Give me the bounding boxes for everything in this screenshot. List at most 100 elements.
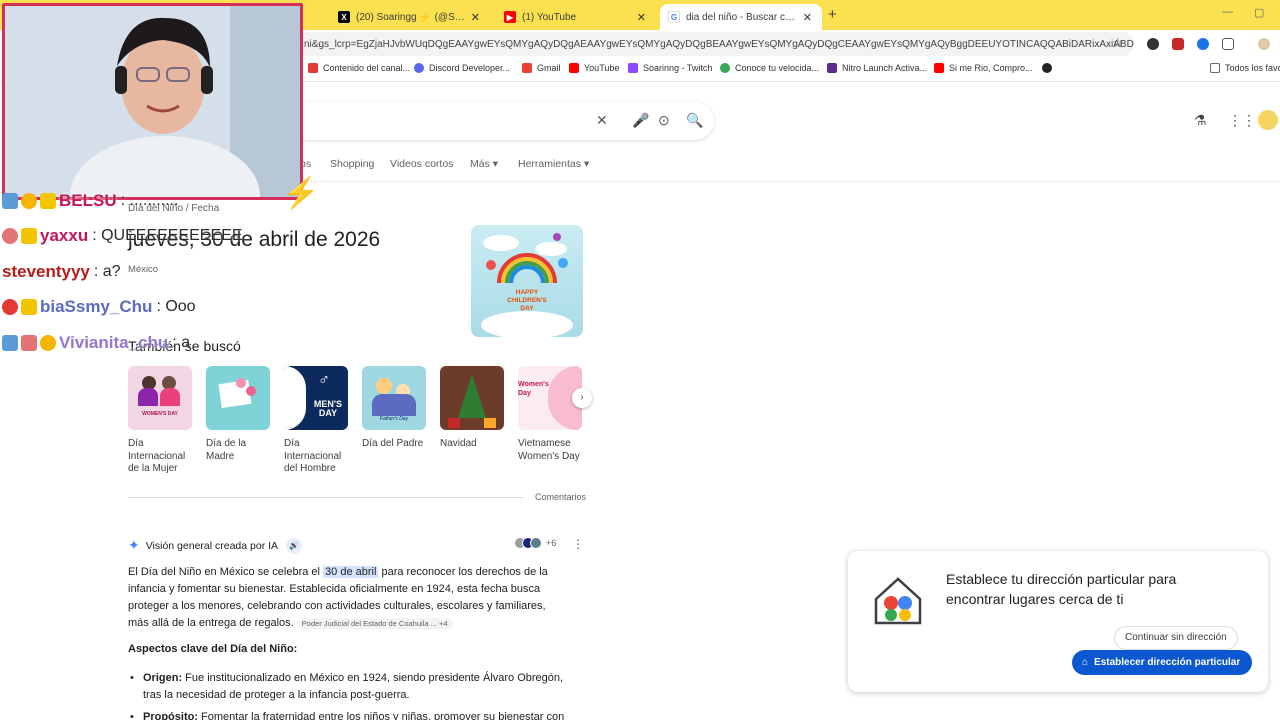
bookmark-item[interactable]: Contenido del canal... <box>308 63 410 73</box>
tab-more[interactable]: Más ▾ <box>470 158 498 170</box>
related-thumbnail: ♂ MEN'S DAY <box>284 366 348 430</box>
bookmark-item[interactable]: Nitro Launch Activa... <box>827 63 927 73</box>
chat-text: : Ooo <box>156 298 196 315</box>
ai-overview-title: Visión general creada por IA <box>145 539 279 552</box>
bookmark-item[interactable]: Gmail <box>522 63 561 73</box>
related-search-item[interactable]: Father's Day Día del Padre <box>362 366 428 451</box>
microphone-icon[interactable]: 🎤 <box>632 112 649 129</box>
chat-badge-icon <box>40 335 56 351</box>
extension-icon[interactable] <box>1197 38 1209 50</box>
related-label: Día del Padre <box>362 438 424 449</box>
ai-bullet: Origen: Fue institucionalizado en México… <box>128 670 578 704</box>
apps-grid-icon[interactable]: ⋮⋮ <box>1228 112 1256 129</box>
thumbnail-caption: Women's Day <box>518 381 549 397</box>
related-search-item[interactable]: Navidad <box>440 366 506 451</box>
youtube-icon <box>569 63 579 73</box>
ai-overview-header: ✦ Visión general creada por IA 🔊 <box>128 537 303 554</box>
chat-badge-icon <box>21 335 37 351</box>
related-search-item[interactable]: Women's Day Vietnamese Women's Day <box>518 366 584 463</box>
twitch-icon <box>628 63 638 73</box>
x-icon: X <box>338 11 350 23</box>
ai-sources[interactable]: +6 <box>514 537 556 549</box>
tab-x[interactable]: X (20) Soaringg ⚡ (@Soaringch ✕ <box>330 4 490 30</box>
crown-icon <box>21 228 37 244</box>
close-tab-icon[interactable]: ✕ <box>471 11 480 24</box>
google-icon: G <box>668 11 680 23</box>
chat-username: yaxxu <box>40 226 89 245</box>
close-tab-icon[interactable]: ✕ <box>803 11 812 24</box>
divider <box>128 497 524 498</box>
male-symbol-icon: ♂ <box>318 372 330 389</box>
address-bar[interactable]: ni&gs_lcrp=EgZjaHJvbWUqDQgEAAYgwEYsQMYgA… <box>296 32 1134 56</box>
url-text: ni&gs_lcrp=EgZjaHJvbWUqDQgEAAYgwEYsQMYgA… <box>304 38 1134 50</box>
bookmark-label: Gmail <box>537 63 561 73</box>
lens-camera-icon[interactable]: ⊙ <box>658 112 670 129</box>
continue-without-address-button[interactable]: Continuar sin dirección <box>1114 626 1238 650</box>
tab-google-search[interactable]: G dia del niño - Buscar con Goog ✕ <box>660 4 822 30</box>
tab-title: (1) YouTube <box>522 11 577 23</box>
answer-country: México <box>128 264 159 275</box>
lightning-icon: ⚡ <box>282 177 320 210</box>
tab-shopping[interactable]: Shopping <box>330 158 374 170</box>
thumbnail-caption: WOMEN'S DAY <box>142 411 178 417</box>
feedback-link[interactable]: Comentarios <box>535 492 586 502</box>
home-icon: ⌂ <box>1082 657 1089 668</box>
extension-icon[interactable] <box>1172 38 1184 50</box>
extensions-puzzle-icon[interactable] <box>1222 38 1234 50</box>
search-icon[interactable]: 🔍 <box>686 112 703 129</box>
related-thumbnail <box>440 366 504 430</box>
search-box[interactable]: ✕ 🎤 ⊙ 🔍 <box>296 102 714 140</box>
bookmark-label: Todos los favo <box>1225 63 1280 73</box>
account-avatar[interactable] <box>1258 110 1278 130</box>
clear-search-icon[interactable]: ✕ <box>596 112 608 129</box>
tab-short-videos[interactable]: Videos cortos <box>390 158 453 170</box>
youtube-icon: ▶ <box>504 11 516 23</box>
minimize-icon[interactable]: — <box>1222 6 1233 18</box>
hero-caption: HAPPY CHILDREN'S DAY <box>507 289 547 312</box>
ai-text-part: El Día del Niño en México se celebra el <box>128 566 324 578</box>
bookmark-star-icon[interactable]: ☆ <box>1112 35 1124 51</box>
home-pin-icon <box>874 577 922 625</box>
chat-message: BELSU : ........... <box>2 191 178 211</box>
labs-flask-icon[interactable]: ⚗ <box>1194 112 1207 129</box>
chat-message: biaSsmy_Chu : Ooo <box>2 297 196 317</box>
profile-avatar[interactable] <box>1258 38 1270 50</box>
speaker-icon[interactable]: 🔊 <box>286 537 303 554</box>
related-search-item[interactable]: Día de la Madre <box>206 366 272 463</box>
set-home-address-button[interactable]: ⌂ Establecer dirección particular <box>1072 650 1253 675</box>
bookmark-item[interactable]: YouTube <box>569 63 619 73</box>
bookmark-label: Discord Developer... <box>429 63 511 73</box>
webcam-overlay <box>2 3 303 200</box>
source-chip[interactable]: Poder Judicial del Estado de Coahuila ..… <box>296 618 453 629</box>
related-label: Vietnamese Women's Day <box>518 438 580 462</box>
chat-message: Vivianita_chu : a <box>2 333 190 353</box>
chat-username: BELSU <box>59 191 117 210</box>
bookmark-item[interactable]: Discord Developer... <box>414 63 510 73</box>
tab-title: (20) Soaringg ⚡ (@Soaringch <box>356 11 465 23</box>
bookmark-item[interactable]: Conoce tu velocida... <box>720 63 819 73</box>
childrens-day-image[interactable]: HAPPY CHILDREN'S DAY <box>471 225 583 337</box>
sources-count: +6 <box>546 538 557 548</box>
chevron-right-icon[interactable]: › <box>572 388 592 408</box>
chat-message: steventyyy : a? <box>2 262 121 282</box>
related-thumbnail <box>206 366 270 430</box>
bookmark-item[interactable]: Soarinng - Twitch <box>628 63 712 73</box>
extension-icon[interactable] <box>1147 38 1159 50</box>
related-search-item[interactable]: ♂ MEN'S DAY Día Internacional del Hombre <box>284 366 350 476</box>
tab-youtube[interactable]: ▶ (1) YouTube ✕ <box>496 4 656 30</box>
ai-bullet: Propósito: Fomentar la fraternidad entre… <box>128 709 578 720</box>
tab-tools[interactable]: Herramientas ▾ <box>518 158 589 170</box>
maximize-icon[interactable]: ▢ <box>1254 6 1264 19</box>
bookmark-item[interactable]: Si me Rio, Compro... <box>934 63 1033 73</box>
related-thumbnail: Father's Day <box>362 366 426 430</box>
related-search-item[interactable]: WOMEN'S DAY Día Internacional de la Muje… <box>128 366 194 476</box>
bookmark-label: Conoce tu velocida... <box>735 63 820 73</box>
more-options-icon[interactable]: ⋮ <box>572 537 584 551</box>
chat-text: : a? <box>93 263 121 280</box>
bookmark-label: Soarinng - Twitch <box>643 63 713 73</box>
close-tab-icon[interactable]: ✕ <box>637 11 646 24</box>
bookmark-item[interactable] <box>1042 63 1057 73</box>
all-bookmarks-folder[interactable]: Todos los favo <box>1210 63 1280 73</box>
button-label: Establecer dirección particular <box>1094 657 1241 668</box>
new-tab-button[interactable]: + <box>828 6 837 23</box>
